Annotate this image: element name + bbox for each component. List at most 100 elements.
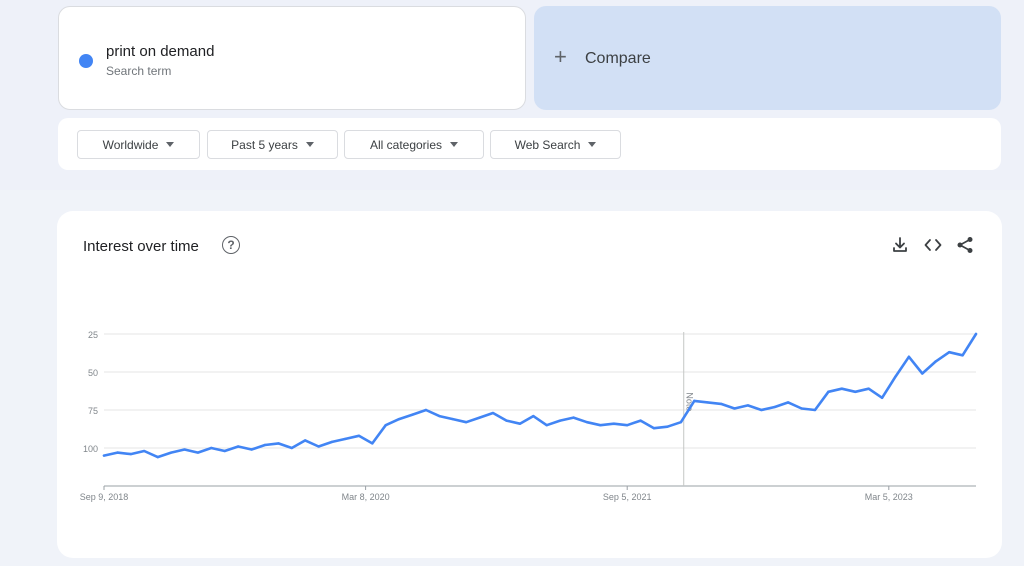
data-point [129, 452, 133, 456]
data-point [572, 416, 575, 419]
interest-over-time-card: 100 75 50 25 Sep 9, 2018 Mar 8, 2020 Sep 5, 20… [57, 211, 1002, 558]
data-point [947, 351, 951, 354]
y-tick-label: 25 [88, 330, 98, 340]
category-filter-dropdown[interactable]: All categories [344, 130, 484, 159]
data-point [116, 451, 119, 454]
data-point [196, 451, 200, 454]
data-point [357, 434, 361, 438]
caret-down-icon [305, 142, 314, 147]
data-point [451, 417, 454, 421]
data-point [558, 419, 562, 422]
data-point [438, 414, 441, 418]
data-point [344, 437, 347, 441]
data-point [250, 448, 253, 451]
interest-over-time-chart: 100 75 50 25 Sep 9, 2018 Mar 8, 2020 Sep 5, 20… [80, 330, 978, 502]
data-point [236, 445, 240, 448]
data-point [491, 411, 495, 415]
data-point [974, 332, 978, 336]
data-point [545, 424, 548, 427]
data-point [626, 424, 629, 427]
share-icon[interactable] [955, 235, 975, 255]
download-icon[interactable] [890, 235, 910, 255]
data-point [706, 401, 709, 404]
data-point [210, 446, 213, 450]
compare-label: Compare [585, 50, 651, 67]
data-point [384, 424, 387, 427]
time-range-filter-dropdown[interactable]: Past 5 years [207, 130, 338, 159]
data-point [371, 442, 374, 445]
data-point [518, 422, 522, 425]
data-point [652, 427, 656, 430]
data-point [143, 449, 146, 453]
data-point [465, 420, 468, 424]
data-point [921, 372, 924, 375]
data-point [156, 455, 159, 459]
data-point [666, 425, 669, 428]
data-point [679, 420, 683, 424]
chart-title: Interest over time [83, 238, 199, 255]
data-point [733, 407, 736, 410]
help-icon[interactable]: ? [222, 236, 240, 254]
region-filter-label: Worldwide [102, 137, 159, 152]
compare-button[interactable]: + Compare [534, 6, 1001, 110]
data-point [223, 449, 226, 453]
plus-icon: + [554, 44, 567, 69]
y-tick-label: 50 [88, 368, 98, 378]
search-term-name[interactable]: print on demand [106, 43, 214, 60]
data-point [397, 417, 401, 421]
data-point [854, 390, 857, 393]
data-point [169, 451, 173, 454]
data-point [277, 442, 280, 445]
data-point [317, 445, 320, 448]
time-range-filter-label: Past 5 years [231, 137, 298, 152]
caret-down-icon [450, 142, 459, 147]
data-point [330, 440, 334, 444]
search-type-filter-dropdown[interactable]: Web Search [490, 130, 621, 159]
data-point [263, 443, 267, 447]
search-type-filter-label: Web Search [514, 137, 581, 152]
data-point [585, 420, 589, 424]
data-point [894, 375, 897, 378]
data-point [719, 402, 723, 406]
x-tick-label: Mar 8, 2020 [342, 492, 390, 502]
category-filter-label: All categories [369, 137, 443, 152]
data-point [183, 448, 186, 451]
data-point [424, 408, 428, 412]
data-point [760, 408, 763, 412]
data-point [813, 408, 817, 412]
filter-bar: Worldwide Past 5 years All categories We… [58, 118, 1001, 170]
data-point [102, 454, 106, 457]
data-point [827, 390, 830, 393]
data-point [840, 387, 844, 390]
data-point [907, 355, 911, 358]
data-point [867, 387, 870, 390]
caret-down-icon [166, 142, 175, 147]
data-point [304, 439, 307, 442]
embed-code-icon[interactable] [923, 235, 943, 255]
x-tick-label: Mar 5, 2023 [865, 492, 913, 502]
data-point [599, 424, 602, 427]
data-point [934, 360, 937, 363]
search-term-card[interactable]: print on demand Search term [58, 6, 526, 110]
series-line [102, 332, 978, 459]
x-tick-label: Sep 5, 2021 [603, 492, 652, 502]
data-point [612, 422, 615, 425]
data-point [800, 407, 803, 410]
data-point [693, 399, 696, 403]
region-filter-dropdown[interactable]: Worldwide [77, 130, 200, 159]
data-point [411, 413, 414, 416]
data-point [746, 404, 750, 407]
data-point [478, 416, 481, 419]
data-point [639, 419, 642, 422]
data-point [505, 419, 508, 422]
data-point [786, 401, 790, 404]
data-point [880, 396, 884, 400]
caret-down-icon [588, 142, 597, 147]
data-point [532, 414, 535, 418]
data-point [773, 405, 776, 409]
data-point [290, 446, 294, 450]
search-term-subtitle: Search term [106, 64, 172, 78]
x-tick-label: Sep 9, 2018 [80, 492, 129, 502]
y-tick-label: 75 [88, 406, 98, 416]
y-tick-label: 100 [83, 444, 98, 454]
